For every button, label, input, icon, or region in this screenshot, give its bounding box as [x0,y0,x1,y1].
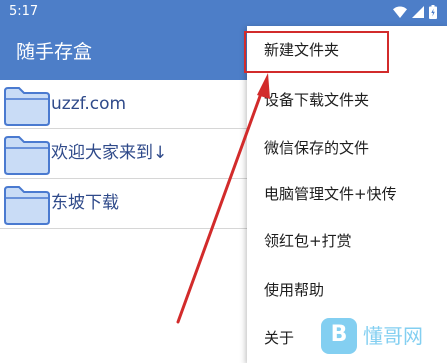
menu-item-about[interactable]: 关于 [247,314,447,362]
menu-item-label: 新建文件夹 [264,41,340,59]
folder-name: 欢迎大家来到↓ [51,143,168,163]
status-time: 5:17 [9,4,39,19]
folder-icon [2,83,52,127]
menu-item-label: 电脑管理文件+快传 [264,185,397,203]
battery-icon [429,5,437,19]
status-icons [393,5,437,19]
status-bar: 5:17 [0,0,447,26]
menu-item-label: 设备下载文件夹 [264,91,370,109]
menu-item-pc-transfer[interactable]: 电脑管理文件+快传 [247,170,447,218]
folder-name: uzzf.com [51,94,127,114]
folder-icon [2,132,52,176]
menu-item-label: 微信保存的文件 [264,139,370,157]
folder-icon [2,182,52,226]
menu-item-wechat-files[interactable]: 微信保存的文件 [247,124,447,172]
menu-item-red-packet[interactable]: 领红包+打赏 [247,217,447,265]
menu-item-device-downloads[interactable]: 设备下载文件夹 [247,76,447,124]
menu-item-help[interactable]: 使用帮助 [247,266,447,314]
signal-icon [412,6,424,18]
menu-item-label: 关于 [264,329,295,347]
wifi-icon [393,6,407,18]
overflow-menu: 新建文件夹 设备下载文件夹 微信保存的文件 电脑管理文件+快传 领红包+打赏 使… [247,26,447,363]
menu-item-label: 使用帮助 [264,281,325,299]
menu-item-label: 领红包+打赏 [264,232,352,250]
app-title: 随手存盒 [16,41,93,63]
folder-name: 东坡下载 [51,193,119,213]
menu-item-new-folder[interactable]: 新建文件夹 [247,26,447,74]
